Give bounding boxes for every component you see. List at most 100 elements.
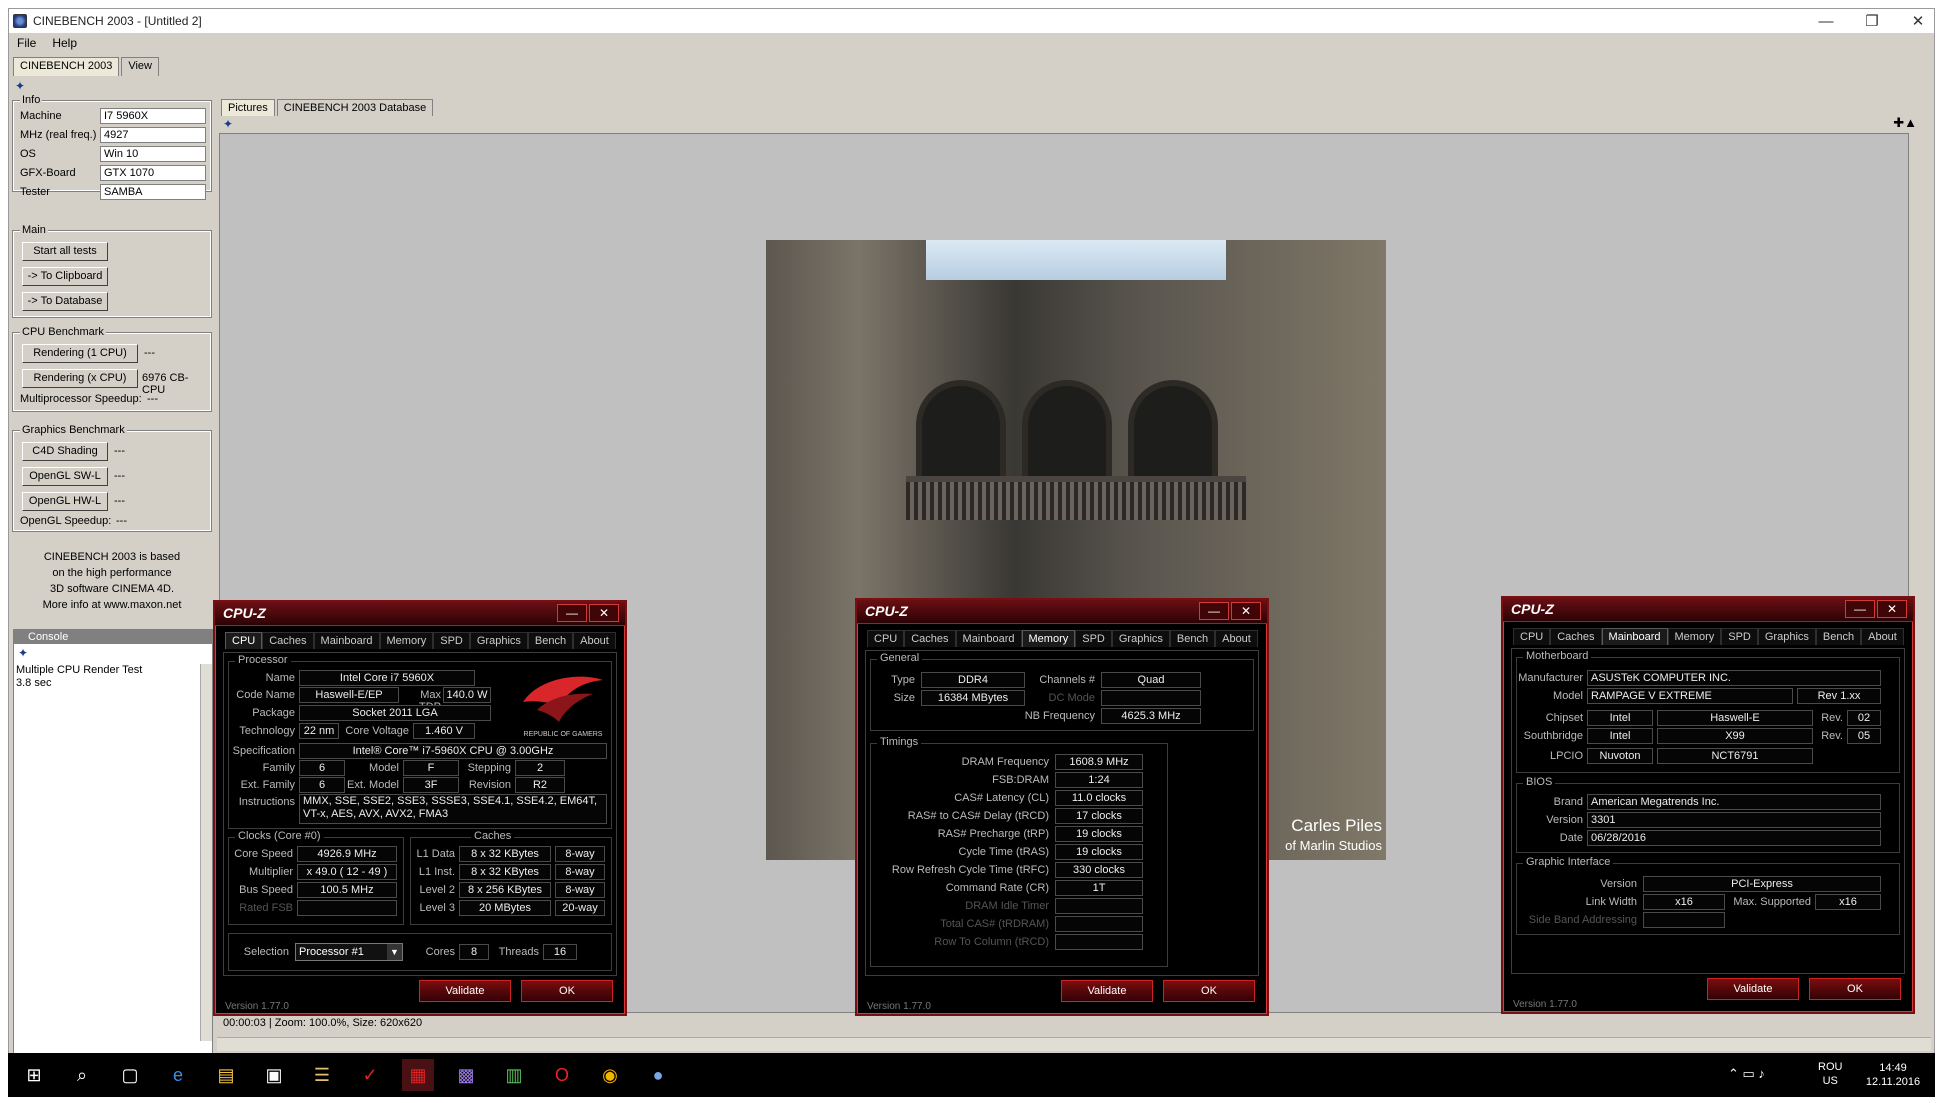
gpu-icon[interactable]: ▥ xyxy=(498,1059,530,1091)
cpuz-minimize-button[interactable]: — xyxy=(557,604,587,622)
store-icon[interactable]: ▣ xyxy=(258,1059,290,1091)
info-label: Info xyxy=(20,94,43,106)
opengl-hwl-button[interactable]: OpenGL HW-L xyxy=(22,492,108,511)
task-view-icon[interactable]: ▢ xyxy=(114,1059,146,1091)
pin-icon[interactable]: ✦ xyxy=(15,79,25,93)
cpuz-tab-cpu[interactable]: CPU xyxy=(225,632,263,649)
clock[interactable]: 14:49 12.11.2016 xyxy=(1858,1061,1928,1089)
menu-file[interactable]: File xyxy=(9,36,44,50)
cpuz-tab-memory[interactable]: Memory xyxy=(1667,628,1722,645)
arch xyxy=(916,380,1006,490)
cpuz-tab-mainboard[interactable]: Mainboard xyxy=(1601,628,1668,645)
cpuz-tab-memory[interactable]: Memory xyxy=(1021,630,1076,647)
cpuz-tab-graphics[interactable]: Graphics xyxy=(1111,630,1170,647)
file-explorer-icon[interactable]: ▤ xyxy=(210,1059,242,1091)
cpuz-tab-cpu[interactable]: CPU xyxy=(1513,628,1551,645)
minimize-button[interactable]: — xyxy=(1803,9,1849,33)
dc-mode-label: DC Mode xyxy=(1048,692,1095,704)
machine-field[interactable]: I7 5960X xyxy=(100,108,206,124)
l1d-value: 8 x 32 KBytes xyxy=(459,846,551,862)
app-icon[interactable]: ▩ xyxy=(450,1059,482,1091)
render-credit: Carles Piles xyxy=(1291,816,1382,835)
restore-button[interactable]: ❐ xyxy=(1849,9,1895,33)
gfx-field[interactable]: GTX 1070 xyxy=(100,165,206,181)
windows-start-icon[interactable]: ⊞ xyxy=(18,1059,50,1091)
timing-label: Row To Column (tRCD) xyxy=(934,936,1049,948)
cinebench-taskbar-icon[interactable]: ● xyxy=(642,1059,674,1091)
horizontal-scrollbar[interactable] xyxy=(217,1037,1931,1051)
type-value: DDR4 xyxy=(921,672,1025,688)
picture-tabs: Pictures CINEBENCH 2003 Database xyxy=(221,99,435,116)
cpuz-tab-cpu[interactable]: CPU xyxy=(867,630,905,647)
cpuz-close-button[interactable]: ✕ xyxy=(1877,600,1907,618)
ok-button[interactable]: OK xyxy=(521,980,613,1002)
cpuz-minimize-button[interactable]: — xyxy=(1845,600,1875,618)
console-scrollbar[interactable] xyxy=(200,664,212,1041)
close-button[interactable]: ✕ xyxy=(1895,9,1941,33)
cpuz-tab-bench[interactable]: Bench xyxy=(1815,628,1862,645)
timing-label: Command Rate (CR) xyxy=(945,882,1049,894)
cpuz-close-button[interactable]: ✕ xyxy=(589,604,619,622)
edge-icon[interactable]: e xyxy=(162,1059,194,1091)
timing-value xyxy=(1055,898,1143,914)
cpuz-tab-graphics[interactable]: Graphics xyxy=(469,632,528,649)
cpuz-tabs: CPU Caches Mainboard Memory SPD Graphics… xyxy=(225,632,616,649)
rendering-xcpu-button[interactable]: Rendering (x CPU) xyxy=(22,369,138,388)
chevron-down-icon[interactable]: ▼ xyxy=(387,944,402,960)
picture-pin-icon[interactable]: ✦ xyxy=(223,117,233,131)
ok-button[interactable]: OK xyxy=(1163,980,1255,1002)
cpuz-tab-spd[interactable]: SPD xyxy=(433,632,470,649)
cpuz-tab-bench[interactable]: Bench xyxy=(527,632,574,649)
ok-button[interactable]: OK xyxy=(1809,978,1901,1000)
language-indicator[interactable]: ROU US xyxy=(1818,1060,1842,1088)
menu-help[interactable]: Help xyxy=(44,36,85,50)
cpuz-tab-about[interactable]: About xyxy=(573,632,616,649)
tab-database[interactable]: CINEBENCH 2003 Database xyxy=(276,99,434,116)
cpuz-window-memory: CPU-Z — ✕ CPU Caches Mainboard Memory SP… xyxy=(855,598,1269,1016)
mhz-field[interactable]: 4927 xyxy=(100,127,206,143)
console-pin-icon[interactable]: ✦ xyxy=(18,646,28,660)
rendering-1cpu-button[interactable]: Rendering (1 CPU) xyxy=(22,344,138,363)
validate-button[interactable]: Validate xyxy=(1707,978,1799,1000)
msi-afterburner-icon[interactable]: ✓ xyxy=(354,1059,386,1091)
cpuz-minimize-button[interactable]: — xyxy=(1199,602,1229,620)
tray-icons[interactable]: ⌃ ▭ ♪ xyxy=(1728,1067,1765,1081)
cpuz-close-button[interactable]: ✕ xyxy=(1231,602,1261,620)
cpuz-tab-mainboard[interactable]: Mainboard xyxy=(955,630,1022,647)
tab-pictures[interactable]: Pictures xyxy=(221,99,275,116)
cpuz-tab-spd[interactable]: SPD xyxy=(1721,628,1758,645)
cpu-benchmark-group: CPU Benchmark Rendering (1 CPU) --- Rend… xyxy=(12,326,212,412)
tab-cinebench[interactable]: CINEBENCH 2003 xyxy=(13,57,120,76)
balcony xyxy=(906,476,1246,520)
cpuz-tab-caches[interactable]: Caches xyxy=(904,630,956,647)
validate-button[interactable]: Validate xyxy=(419,980,511,1002)
search-icon[interactable]: ⌕ xyxy=(66,1059,98,1091)
cpuz-tab-caches[interactable]: Caches xyxy=(262,632,314,649)
sky xyxy=(926,240,1226,280)
cpuz-tab-bench[interactable]: Bench xyxy=(1169,630,1216,647)
cpuz-tab-about[interactable]: About xyxy=(1215,630,1258,647)
validate-button[interactable]: Validate xyxy=(1061,980,1153,1002)
tester-field[interactable]: SAMBA xyxy=(100,184,206,200)
lpcio-name: NCT6791 xyxy=(1657,748,1813,764)
tab-view[interactable]: View xyxy=(121,57,159,76)
folder-icon[interactable]: ☰ xyxy=(306,1059,338,1091)
cpuz-tab-graphics[interactable]: Graphics xyxy=(1757,628,1816,645)
cpuz-taskbar-icon[interactable]: ▦ xyxy=(402,1059,434,1091)
chrome-icon[interactable]: ◉ xyxy=(594,1059,626,1091)
os-field[interactable]: Win 10 xyxy=(100,146,206,162)
cpuz-tab-about[interactable]: About xyxy=(1861,628,1904,645)
to-clipboard-button[interactable]: -> To Clipboard xyxy=(22,267,108,286)
bios-version-value: 3301 xyxy=(1587,812,1881,828)
opengl-swl-button[interactable]: OpenGL SW-L xyxy=(22,467,108,486)
to-database-button[interactable]: -> To Database xyxy=(22,292,108,311)
move-icon[interactable]: ✚▲ xyxy=(1893,115,1917,131)
cpuz-tab-mainboard[interactable]: Mainboard xyxy=(313,632,380,649)
l3-label: Level 3 xyxy=(419,902,455,914)
cpuz-tab-memory[interactable]: Memory xyxy=(379,632,434,649)
cpuz-tab-caches[interactable]: Caches xyxy=(1550,628,1602,645)
cpuz-tab-spd[interactable]: SPD xyxy=(1075,630,1112,647)
c4d-shading-button[interactable]: C4D Shading xyxy=(22,442,108,461)
start-all-button[interactable]: Start all tests xyxy=(22,242,108,261)
opera-icon[interactable]: O xyxy=(546,1059,578,1091)
